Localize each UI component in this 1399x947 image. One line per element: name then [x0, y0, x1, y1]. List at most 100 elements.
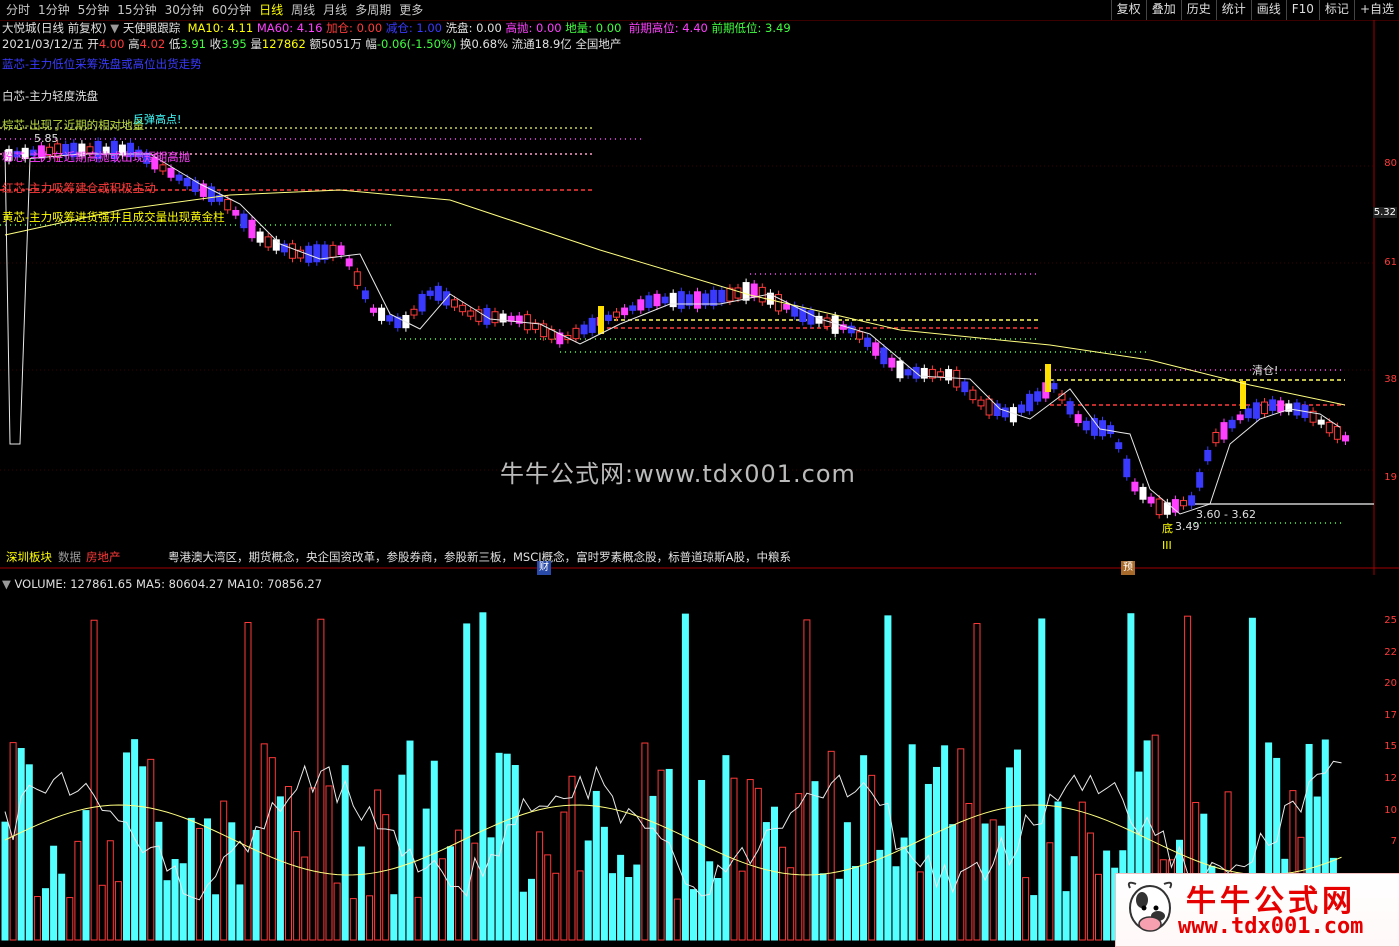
candle-body — [386, 315, 394, 322]
candle-body — [426, 290, 434, 296]
legend-red: 红芯-主力吸筹建仓或积极主动 — [2, 181, 156, 195]
candle-body — [856, 331, 863, 340]
volume-bar — [641, 742, 649, 941]
candle-body — [1228, 419, 1236, 429]
candle-body — [175, 174, 183, 181]
candle-body — [669, 292, 677, 308]
candle-body — [361, 290, 369, 300]
toolbar-button[interactable]: 复权 — [1110, 0, 1146, 20]
volume-bar — [665, 768, 673, 941]
volume-bar — [33, 896, 41, 941]
volume-bar — [981, 823, 989, 941]
toolbar-button[interactable]: 画线 — [1250, 0, 1286, 20]
candle-body — [588, 317, 596, 333]
volume-bar — [276, 796, 284, 941]
volume-bar — [1046, 842, 1054, 941]
volume-bar — [957, 748, 965, 941]
volume-bar — [301, 856, 309, 941]
volume-bar — [827, 750, 835, 941]
volume-bar — [949, 824, 957, 941]
toolbar-button[interactable]: F10 — [1285, 0, 1319, 20]
cai-badge[interactable]: 财 — [537, 561, 551, 575]
candle-body — [645, 295, 653, 308]
tab-timeframe[interactable]: 30分钟 — [161, 0, 208, 20]
volume-bar — [471, 842, 479, 941]
toolbar-button[interactable]: 标记 — [1318, 0, 1354, 20]
tab-timeframe[interactable]: 60分钟 — [208, 0, 255, 20]
volume-bar — [892, 866, 900, 941]
volume-bar — [997, 825, 1005, 941]
candle-body — [977, 399, 985, 407]
sector-board-tab[interactable]: 深圳板块 — [6, 549, 52, 565]
candle-body — [232, 209, 240, 216]
candle-body — [734, 287, 742, 299]
toolbar-button[interactable]: +自选 — [1353, 0, 1399, 20]
volume-bar — [244, 622, 252, 941]
volume-bar — [1054, 801, 1062, 941]
candle-body — [183, 177, 191, 187]
sector-data-tab[interactable]: 数据 — [58, 549, 81, 565]
volume-bar — [811, 781, 819, 941]
candle-body — [661, 296, 669, 304]
volume-bar — [374, 789, 382, 941]
legend-pink: 粉芯-主力在近期高抛或出现短期高抛 — [2, 150, 191, 164]
volume-bar — [519, 891, 527, 941]
candle-body — [572, 327, 580, 340]
legend-yellow: 黄芯-主力吸筹进货强并且成交量出现黄金柱 — [2, 210, 225, 224]
toolbar-button[interactable]: 统计 — [1215, 0, 1251, 20]
yu-badge[interactable]: 预 — [1121, 561, 1135, 575]
candle-body — [313, 244, 321, 263]
volume-toggle-icon[interactable]: ▼ — [2, 577, 11, 591]
volume-bar — [228, 822, 236, 941]
candle-body — [604, 314, 612, 321]
candle-body — [483, 307, 491, 325]
price-chart[interactable] — [0, 20, 1399, 575]
tab-timeframe[interactable]: 日线 — [255, 0, 287, 20]
volume-header: ▼ VOLUME: 127861.65 MA5: 80604.27 MA10: … — [2, 577, 322, 591]
range-label: 3.60 - 3.62 — [1196, 508, 1256, 521]
candle-body — [1180, 500, 1187, 507]
volume-ma10-line — [4, 804, 1342, 876]
volume-bar — [131, 739, 139, 941]
candle-body — [621, 307, 629, 316]
industry-label[interactable]: 房地产 — [86, 549, 121, 565]
volume-bar — [357, 846, 365, 941]
toolbar-button[interactable]: 历史 — [1180, 0, 1216, 20]
volume-bar — [260, 743, 268, 941]
tab-timeframe[interactable]: 月线 — [319, 0, 351, 20]
candle-body — [256, 231, 264, 243]
volume-bar — [487, 837, 495, 941]
volume-bar — [139, 766, 147, 941]
tab-timeframe[interactable]: 15分钟 — [113, 0, 160, 20]
tab-timeframe[interactable]: 分时 — [2, 0, 34, 20]
tab-timeframe[interactable]: 1分钟 — [34, 0, 74, 20]
toolbar-button[interactable]: 叠加 — [1145, 0, 1181, 20]
volume-bar — [1103, 850, 1111, 941]
volume-bar — [803, 619, 811, 941]
volume-bar — [714, 878, 722, 941]
golden-candle — [1240, 381, 1246, 409]
volume-bar — [212, 894, 220, 941]
tab-timeframe[interactable]: 更多 — [395, 0, 427, 20]
volume-bar — [66, 897, 74, 941]
volume-bar — [625, 877, 633, 941]
volume-bar — [1022, 877, 1030, 941]
candle-body — [240, 213, 248, 229]
volume-bar — [1, 821, 9, 941]
legend-blue: 蓝芯-主力低位采筹洗盘或高位出货走势 — [2, 57, 202, 71]
volume-bar — [204, 818, 211, 941]
tab-timeframe[interactable]: 周线 — [287, 0, 319, 20]
volume-bar — [681, 613, 689, 941]
volume-bar — [366, 895, 373, 941]
tab-timeframe[interactable]: 5分钟 — [74, 0, 114, 20]
candle-body — [1196, 472, 1204, 488]
tab-timeframe[interactable]: 多周期 — [351, 0, 395, 20]
volume-bar — [819, 873, 827, 941]
price-tick: 19 — [1384, 472, 1397, 483]
candle-body — [159, 164, 167, 172]
candle-body — [1212, 431, 1220, 444]
candle-body — [1082, 420, 1090, 431]
volume-bar — [649, 795, 657, 941]
high-price-label: 5.85 — [34, 132, 59, 145]
candle-body — [491, 311, 499, 324]
